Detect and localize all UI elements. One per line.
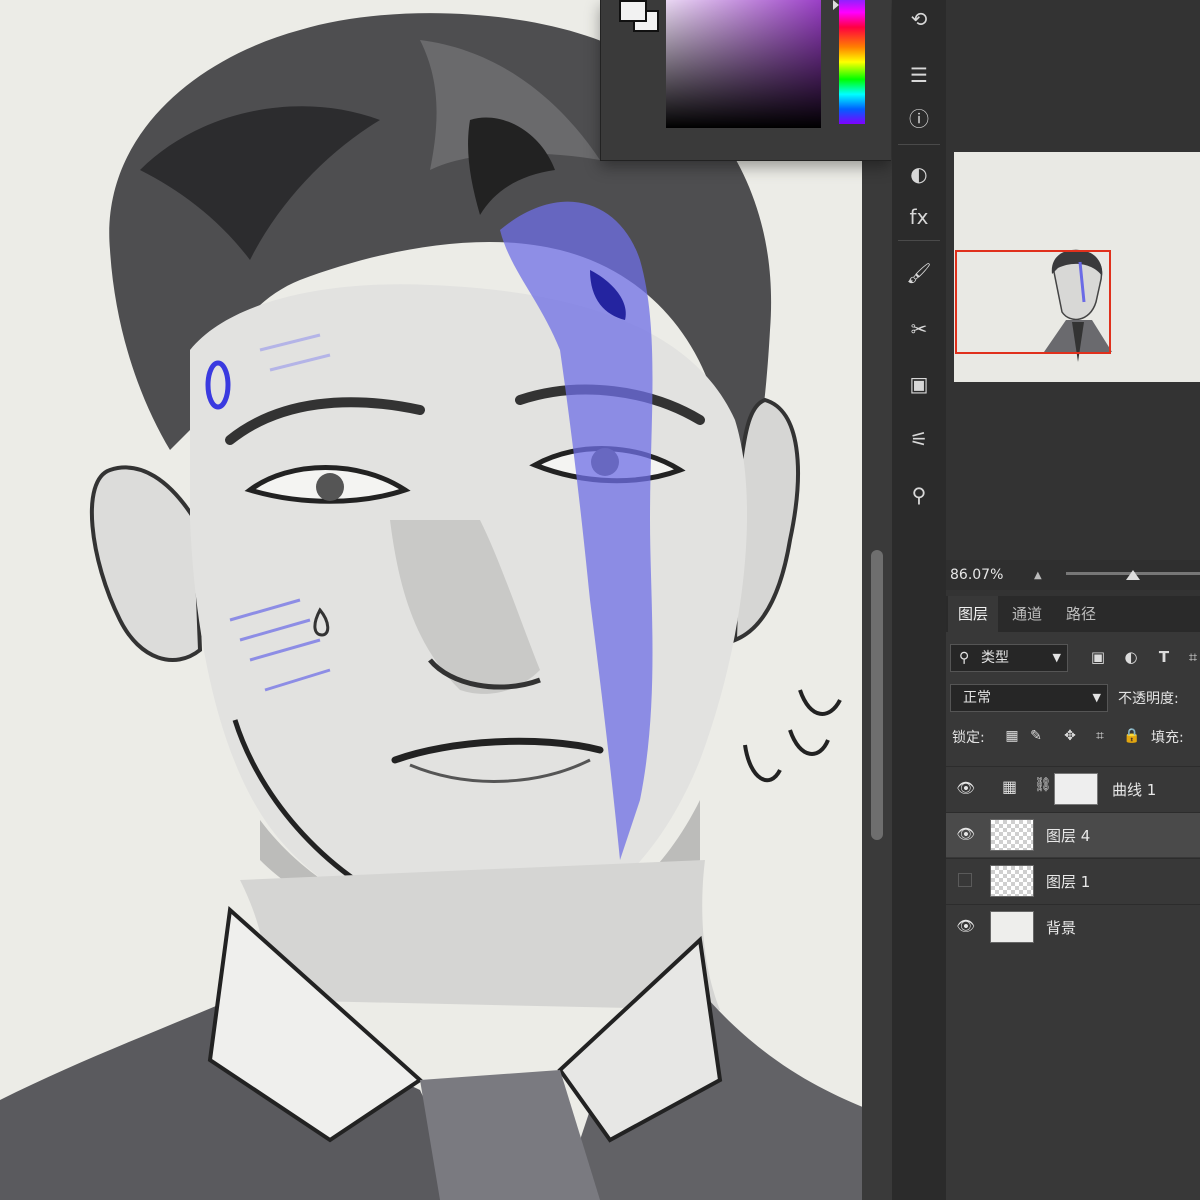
layer-row-layer-1[interactable]: 图层 1 [946, 858, 1200, 903]
lock-all-icon[interactable]: 🔒 [1122, 726, 1142, 746]
brush-settings-icon[interactable]: 🖌 [900, 254, 938, 292]
layer-kind-filter[interactable]: ⚲ 类型 ▼ [950, 644, 1068, 672]
zoom-slider-knob[interactable] [1126, 570, 1140, 580]
layer-name: 背景 [1046, 919, 1077, 937]
opacity-label: 不透明度: [1118, 691, 1179, 707]
right-panel-column: 86.07% ▲ 图层 通道 路径 ⚲ 类型 ▼ ▣ ◐ T ⌗ 正常 ▼ 不透… [946, 0, 1200, 1200]
artwork-canvas[interactable] [0, 0, 870, 1200]
color-half-glyph: ◐ [910, 162, 928, 186]
strip-divider [898, 144, 940, 145]
chevron-down-icon: ▼ [1092, 691, 1101, 704]
properties-icon[interactable]: ⚟ [900, 420, 938, 458]
blend-mode-value: 正常 [963, 690, 991, 706]
layer-filter-row: ⚲ 类型 ▼ ▣ ◐ T ⌗ [946, 644, 1200, 674]
layer-name: 图层 4 [1046, 827, 1091, 845]
lock-position-icon[interactable]: ✥ [1060, 726, 1080, 746]
adjustment-filter-icon[interactable]: ◐ [1120, 646, 1142, 668]
curves-icon: ▦ [1002, 777, 1018, 796]
book-icon[interactable]: ▣ [900, 365, 938, 403]
layer-kind-label: 类型 [981, 650, 1009, 666]
blend-row: 正常 ▼ 不透明度: [946, 684, 1200, 714]
stamp-glyph: ⚲ [911, 483, 927, 507]
layers-panel-tabs: 图层 通道 路径 [946, 596, 1200, 632]
strip-divider [898, 240, 940, 241]
layer-thumbnail [990, 819, 1034, 851]
layers-panel: 图层 通道 路径 ⚲ 类型 ▼ ▣ ◐ T ⌗ 正常 ▼ 不透明度: 锁定: ▦… [946, 596, 1200, 1200]
saturation-brightness-field[interactable] [666, 0, 821, 128]
chain-link-icon[interactable]: ⛓ [1034, 777, 1052, 793]
tab-channels[interactable]: 通道 [1002, 596, 1052, 632]
portrait-artwork [0, 0, 870, 1200]
layer-name: 曲线 1 [1112, 781, 1157, 799]
eye-icon[interactable]: 👁 [956, 779, 976, 797]
navigator-view-box[interactable] [955, 250, 1111, 354]
type-filter-icon[interactable]: T [1153, 646, 1175, 668]
canvas-scrollbar[interactable] [862, 0, 892, 1200]
search-icon: ⚲ [959, 650, 970, 666]
foreground-color-swatch[interactable] [619, 0, 647, 22]
layer-row-background[interactable]: 👁 背景 [946, 904, 1200, 949]
color-picker-panel [600, 0, 891, 161]
navigator-preview[interactable] [954, 152, 1200, 382]
layer-row-layer-4[interactable]: 👁 图层 4 [946, 812, 1200, 857]
fx-glyph: fx [909, 205, 929, 229]
book-glyph: ▣ [909, 372, 929, 396]
canvas-scroll-thumb[interactable] [871, 550, 883, 840]
layer-thumbnail [990, 911, 1034, 943]
stamp-icon[interactable]: ⚲ [900, 476, 938, 514]
zoom-out-icon[interactable]: ▲ [1034, 570, 1042, 581]
color-half-icon[interactable]: ◐ [900, 155, 938, 193]
lock-row: 锁定: ▦ ✎ ✥ ⌗ 🔒 填充: [946, 724, 1200, 750]
lock-paint-icon[interactable]: ✎ [1026, 726, 1046, 746]
history-icon[interactable]: ⟲ [900, 0, 938, 38]
layer-thumbnail [990, 865, 1034, 897]
clone-source-glyph: ✂ [910, 317, 928, 341]
tab-paths[interactable]: 路径 [1056, 596, 1106, 632]
shape-filter-icon[interactable]: ⌗ [1182, 646, 1200, 668]
history-glyph: ⟲ [910, 7, 928, 31]
layer-mask-thumbnail[interactable] [1054, 773, 1098, 805]
pixel-filter-icon[interactable]: ▣ [1087, 646, 1109, 668]
hue-slider[interactable] [839, 0, 865, 124]
adjustments-glyph: ☰ [910, 63, 928, 87]
tab-layers[interactable]: 图层 [948, 596, 999, 632]
chevron-down-icon: ▼ [1052, 651, 1061, 664]
properties-glyph: ⚟ [910, 427, 928, 451]
eye-icon[interactable]: 👁 [956, 917, 976, 935]
fx-icon[interactable]: fx [900, 198, 938, 236]
lock-transparent-icon[interactable]: ▦ [1002, 726, 1022, 746]
layer-name: 图层 1 [1046, 873, 1091, 891]
adjustments-icon[interactable]: ☰ [900, 56, 938, 94]
zoom-value[interactable]: 86.07% [950, 567, 1003, 583]
lock-artboard-icon[interactable]: ⌗ [1090, 726, 1110, 746]
layer-row-curves[interactable]: 👁 ▦ ⛓ 曲线 1 [946, 766, 1200, 811]
navigator-zoom-bar: 86.07% ▲ [946, 560, 1200, 590]
fill-label: 填充: [1151, 730, 1184, 746]
photoshop-workspace: ⟲ ☰ ⓘ ◐ fx 🖌 ✂ ▣ ⚟ ⚲ 86.07% ▲ 图层 通道 路径 ⚲… [0, 0, 1200, 1200]
panel-icon-strip: ⟲ ☰ ⓘ ◐ fx 🖌 ✂ ▣ ⚟ ⚲ [892, 0, 946, 1200]
eye-icon[interactable]: 👁 [956, 825, 976, 843]
lock-label: 锁定: [952, 730, 985, 746]
blend-mode-select[interactable]: 正常 ▼ [950, 684, 1108, 712]
hidden-eye-box[interactable] [958, 873, 972, 887]
info-icon[interactable]: ⓘ [900, 98, 938, 136]
info-glyph: ⓘ [909, 106, 929, 131]
clone-source-icon[interactable]: ✂ [900, 310, 938, 348]
brush-settings-glyph: 🖌 [906, 261, 932, 285]
